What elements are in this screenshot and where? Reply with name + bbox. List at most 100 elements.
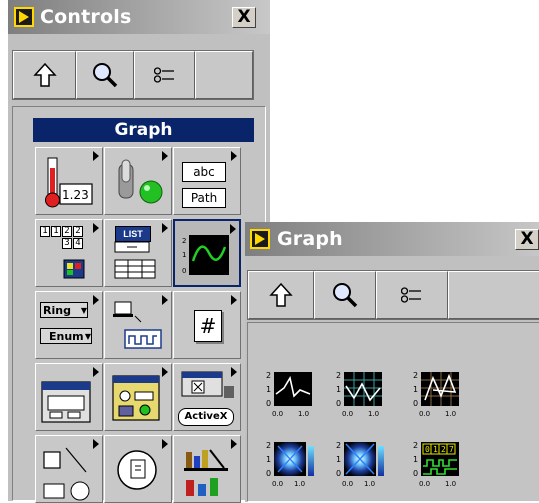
axis-label: 2	[336, 371, 341, 380]
select-object-palette-item[interactable]	[104, 435, 172, 503]
up-arrow-icon	[32, 62, 57, 87]
refnum-box: #	[194, 310, 222, 342]
controls-close-button[interactable]: X	[232, 7, 256, 28]
axis-label: 1	[413, 385, 418, 394]
graph-title-bar[interactable]: Graph X	[245, 222, 539, 256]
options-icon	[153, 67, 174, 83]
category-header: Graph	[33, 118, 254, 142]
digital-code: 1	[433, 445, 438, 454]
axis-label: 0.0	[342, 480, 353, 488]
axis-label: 2	[413, 441, 418, 450]
io-waveform-icon	[113, 301, 162, 349]
refnum-palette-item[interactable]: #	[173, 291, 241, 359]
axis-label: 0	[336, 399, 341, 408]
up-arrow-icon	[269, 282, 293, 307]
labview-palette-icon	[14, 7, 34, 27]
thermometer-numeric-icon	[45, 157, 93, 208]
svg-text:2: 2	[182, 237, 186, 245]
labview-palette-icon	[250, 229, 270, 249]
waveform-chart-icon[interactable]: 2 1 0 0.0 1.0	[264, 366, 318, 420]
listbox-table-icon	[114, 241, 156, 279]
intensity-graph-icon[interactable]: 2 1 0 0.0 1.0	[334, 436, 388, 490]
axis-label: 0.0	[272, 410, 283, 418]
magnifier-icon	[333, 283, 358, 308]
controls-search-button[interactable]	[76, 51, 134, 99]
graph-waveform-icon: 2 1 0	[182, 235, 229, 275]
intensity-chart-icon[interactable]: 2 1 0 0.0 1.0	[264, 436, 318, 490]
waveform-graph-icon[interactable]: 2 1 0 0.0 1.0	[334, 366, 388, 420]
ring-label: Ring	[43, 304, 71, 317]
graph-close-button[interactable]: X	[515, 229, 539, 250]
graph-palette: Graph X 2 1 0 0.0 1.0 2 1 0 0.0 1.0 2 1 …	[245, 222, 539, 502]
axis-label: 1	[266, 455, 271, 464]
classic-palette-item[interactable]	[104, 363, 172, 431]
enum-field: Enum ▼	[40, 328, 92, 344]
axis-label: 1	[336, 455, 341, 464]
string-path-palette-item[interactable]: abc Path	[173, 147, 241, 215]
axis-label: 1.0	[445, 480, 456, 488]
graph-title: Graph	[277, 228, 343, 250]
controls-title-bar[interactable]: Controls X	[8, 0, 270, 34]
xy-graph-icon[interactable]: 2 1 0 0.0 1.0	[411, 366, 465, 420]
decorations-icon	[43, 447, 90, 501]
magnifier-icon	[93, 63, 118, 88]
digital-waveform-graph-icon[interactable]: 0 1 2 7 2 1 0 0.0 1.0	[411, 436, 465, 490]
axis-label: 2	[266, 441, 271, 450]
digital-code: 0	[425, 445, 430, 454]
ring-enum-palette-item[interactable]: Ring ▼ Enum ▼	[35, 291, 103, 359]
dialog-palette-item[interactable]	[35, 363, 103, 431]
controls-options-button[interactable]	[134, 51, 195, 99]
array-cluster-palette-item[interactable]: 1 1 2 2 3 4	[35, 219, 103, 287]
digital-code: 7	[449, 445, 454, 454]
dialog-window-icon	[41, 381, 91, 423]
axis-label: 1.0	[298, 410, 309, 418]
axis-label: 1.0	[294, 480, 305, 488]
graph-up-button[interactable]	[248, 271, 314, 319]
axis-label: 1.0	[445, 410, 456, 418]
submenu-arrow-icon	[93, 295, 99, 305]
axis-label: 1.0	[368, 410, 379, 418]
toggle-led-icon	[118, 159, 163, 204]
graph-palette-item[interactable]: 2 1 0	[173, 219, 241, 287]
axis-label: 1.0	[364, 480, 375, 488]
axis-label: 0	[266, 399, 271, 408]
graph-search-button[interactable]	[314, 271, 376, 319]
axis-label: 0	[266, 469, 271, 478]
activex-palette-item[interactable]: ActiveX	[173, 363, 241, 431]
axis-label: 2	[413, 371, 418, 380]
controls-up-button[interactable]	[13, 51, 76, 99]
submenu-arrow-icon	[231, 295, 237, 305]
user-controls-palette-item[interactable]	[173, 435, 241, 503]
axis-label: 0.0	[272, 480, 283, 488]
user-controls-icon	[184, 449, 228, 496]
decorations-palette-item[interactable]	[35, 435, 103, 503]
list-table-palette-item[interactable]: LIST	[104, 219, 172, 287]
enum-label: Enum	[49, 330, 84, 343]
select-object-icon	[117, 450, 157, 490]
axis-label: 0	[413, 469, 418, 478]
controls-palette: Controls X Graph 1.23 abc Path 1 1 2 2 3…	[8, 0, 270, 503]
svg-text:1: 1	[182, 251, 186, 259]
axis-label: 0.0	[419, 480, 430, 488]
graph-toolbar	[247, 270, 539, 320]
classic-controls-icon	[112, 375, 160, 421]
refnum-symbol: #	[199, 314, 217, 338]
string-field: abc	[182, 162, 226, 182]
axis-label: 0.0	[419, 410, 430, 418]
axis-label: 2	[266, 371, 271, 380]
axis-label: 0.0	[342, 410, 353, 418]
axis-label: 1	[266, 385, 271, 394]
axis-label: 1	[336, 385, 341, 394]
numeric-palette-item[interactable]: 1.23	[35, 147, 103, 215]
digital-code: 2	[441, 445, 446, 454]
axis-label: 0	[336, 469, 341, 478]
path-field: Path	[182, 188, 226, 208]
io-palette-item[interactable]	[104, 291, 172, 359]
graph-options-button[interactable]	[376, 271, 448, 319]
ring-field: Ring ▼	[40, 302, 88, 318]
controls-toolbar-spare	[195, 51, 253, 99]
boolean-palette-item[interactable]	[104, 147, 172, 215]
axis-label: 1	[413, 455, 418, 464]
options-icon	[401, 287, 421, 303]
graph-toolbar-spare	[448, 271, 539, 319]
